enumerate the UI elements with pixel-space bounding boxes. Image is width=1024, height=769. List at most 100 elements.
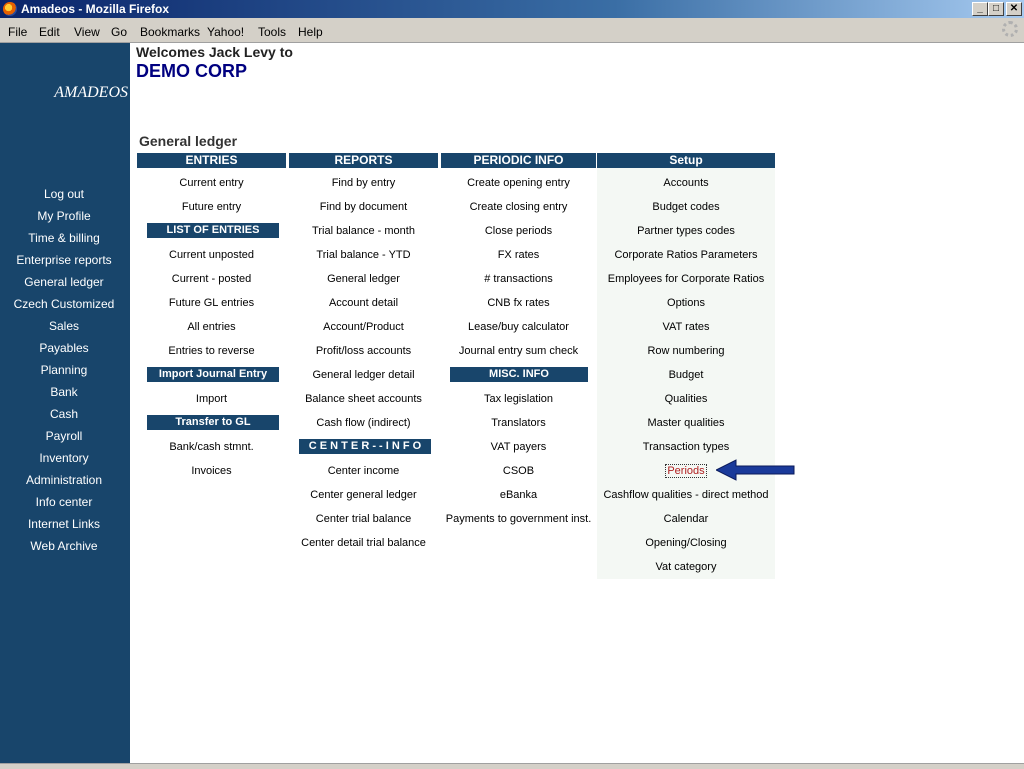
link-future-gl-entries[interactable]: Future GL entries bbox=[137, 297, 286, 309]
column-header-reports: REPORTS bbox=[289, 153, 438, 168]
link-entries-to-reverse[interactable]: Entries to reverse bbox=[137, 345, 286, 357]
link-center-general-ledger[interactable]: Center general ledger bbox=[289, 489, 438, 501]
link-profit-loss-accounts[interactable]: Profit/loss accounts bbox=[289, 345, 438, 357]
link-general-ledger[interactable]: General ledger bbox=[289, 273, 438, 285]
link-invoices[interactable]: Invoices bbox=[137, 465, 286, 477]
link-close-periods[interactable]: Close periods bbox=[441, 225, 596, 237]
subheader-misc-info: MISC. INFO bbox=[450, 367, 588, 382]
link-employees-corporate-ratios[interactable]: Employees for Corporate Ratios bbox=[597, 273, 775, 285]
link-all-entries[interactable]: All entries bbox=[137, 321, 286, 333]
sidebar-item-planning[interactable]: Planning bbox=[0, 363, 128, 377]
sidebar-item-internet-links[interactable]: Internet Links bbox=[0, 517, 128, 531]
minimize-icon[interactable]: _ bbox=[972, 2, 988, 16]
link-vat-rates[interactable]: VAT rates bbox=[597, 321, 775, 333]
link-transaction-types[interactable]: Transaction types bbox=[597, 441, 775, 453]
link-journal-entry-sum-check[interactable]: Journal entry sum check bbox=[441, 345, 596, 357]
welcome-text: Welcomes Jack Levy to bbox=[136, 44, 293, 60]
link-cnb-fx-rates[interactable]: CNB fx rates bbox=[441, 297, 596, 309]
sidebar-item-payroll[interactable]: Payroll bbox=[0, 429, 128, 443]
link-create-closing-entry[interactable]: Create closing entry bbox=[441, 201, 596, 213]
link-current-entry[interactable]: Current entry bbox=[137, 177, 286, 189]
link-accounts[interactable]: Accounts bbox=[597, 177, 775, 189]
sidebar: AMADEOS Log out My Profile Time & billin… bbox=[0, 43, 130, 763]
company-name: DEMO CORP bbox=[136, 61, 248, 81]
link-options[interactable]: Options bbox=[597, 297, 775, 309]
menu-yahoo[interactable]: Yahoo! bbox=[207, 25, 244, 39]
link-tax-legislation[interactable]: Tax legislation bbox=[441, 393, 596, 405]
link-translators[interactable]: Translators bbox=[441, 417, 596, 429]
link-transactions[interactable]: # transactions bbox=[441, 273, 596, 285]
close-icon[interactable]: ✕ bbox=[1006, 2, 1022, 16]
app-logo: AMADEOS bbox=[54, 84, 128, 101]
menu-file[interactable]: File bbox=[8, 25, 27, 39]
link-budget-codes[interactable]: Budget codes bbox=[597, 201, 775, 213]
link-create-opening-entry[interactable]: Create opening entry bbox=[441, 177, 596, 189]
link-cashflow-qualities[interactable]: Cashflow qualities - direct method bbox=[597, 489, 775, 501]
link-balance-sheet-accounts[interactable]: Balance sheet accounts bbox=[289, 393, 438, 405]
link-calendar[interactable]: Calendar bbox=[597, 513, 775, 525]
page-title: General ledger bbox=[139, 133, 238, 149]
menu-help[interactable]: Help bbox=[298, 25, 323, 39]
link-qualities[interactable]: Qualities bbox=[597, 393, 775, 405]
link-find-by-entry[interactable]: Find by entry bbox=[289, 177, 438, 189]
sidebar-item-time-billing[interactable]: Time & billing bbox=[0, 231, 128, 245]
sidebar-item-sales[interactable]: Sales bbox=[0, 319, 128, 333]
link-row-numbering[interactable]: Row numbering bbox=[597, 345, 775, 357]
link-general-ledger-detail[interactable]: General ledger detail bbox=[289, 369, 438, 381]
link-fx-rates[interactable]: FX rates bbox=[441, 249, 596, 261]
link-center-trial-balance[interactable]: Center trial balance bbox=[289, 513, 438, 525]
link-corporate-ratios-parameters[interactable]: Corporate Ratios Parameters bbox=[597, 249, 775, 261]
subheader-import-journal-entry: Import Journal Entry bbox=[147, 367, 279, 382]
sidebar-item-czech-customized[interactable]: Czech Customized bbox=[0, 297, 128, 311]
link-account-product[interactable]: Account/Product bbox=[289, 321, 438, 333]
sidebar-item-web-archive[interactable]: Web Archive bbox=[0, 539, 128, 553]
column-header-periodic-info: PERIODIC INFO bbox=[441, 153, 596, 168]
menu-edit[interactable]: Edit bbox=[39, 25, 60, 39]
link-payments-government[interactable]: Payments to government inst. bbox=[441, 513, 596, 525]
link-budget[interactable]: Budget bbox=[597, 369, 775, 381]
link-vat-payers[interactable]: VAT payers bbox=[441, 441, 596, 453]
link-trial-balance-month[interactable]: Trial balance - month bbox=[289, 225, 438, 237]
title-bar: Amadeos - Mozilla Firefox _ □ ✕ bbox=[0, 0, 1024, 18]
link-current-posted[interactable]: Current - posted bbox=[137, 273, 286, 285]
link-center-income[interactable]: Center income bbox=[289, 465, 438, 477]
menu-bookmarks[interactable]: Bookmarks bbox=[140, 25, 200, 39]
link-ebanka[interactable]: eBanka bbox=[441, 489, 596, 501]
firefox-icon bbox=[3, 2, 17, 16]
subheader-center-info: C E N T E R - - I N F O bbox=[299, 439, 431, 454]
sidebar-item-my-profile[interactable]: My Profile bbox=[0, 209, 128, 223]
link-partner-types-codes[interactable]: Partner types codes bbox=[597, 225, 775, 237]
sidebar-item-enterprise-reports[interactable]: Enterprise reports bbox=[0, 253, 128, 267]
sidebar-item-inventory[interactable]: Inventory bbox=[0, 451, 128, 465]
sidebar-item-general-ledger[interactable]: General ledger bbox=[0, 275, 128, 289]
sidebar-item-payables[interactable]: Payables bbox=[0, 341, 128, 355]
link-current-unposted[interactable]: Current unposted bbox=[137, 249, 286, 261]
menu-view[interactable]: View bbox=[74, 25, 100, 39]
link-master-qualities[interactable]: Master qualities bbox=[597, 417, 775, 429]
link-vat-category[interactable]: Vat category bbox=[597, 561, 775, 573]
column-header-setup: Setup bbox=[597, 153, 775, 168]
menu-go[interactable]: Go bbox=[111, 25, 127, 39]
link-find-by-document[interactable]: Find by document bbox=[289, 201, 438, 213]
link-opening-closing[interactable]: Opening/Closing bbox=[597, 537, 775, 549]
link-account-detail[interactable]: Account detail bbox=[289, 297, 438, 309]
menu-tools[interactable]: Tools bbox=[258, 25, 286, 39]
sidebar-item-log-out[interactable]: Log out bbox=[0, 187, 128, 201]
link-cash-flow-indirect[interactable]: Cash flow (indirect) bbox=[289, 417, 438, 429]
arrow-icon bbox=[716, 459, 795, 481]
link-center-detail-trial-balance[interactable]: Center detail trial balance bbox=[289, 537, 438, 549]
sidebar-item-bank[interactable]: Bank bbox=[0, 385, 128, 399]
link-lease-buy-calculator[interactable]: Lease/buy calculator bbox=[441, 321, 596, 333]
sidebar-item-administration[interactable]: Administration bbox=[0, 473, 128, 487]
maximize-icon[interactable]: □ bbox=[988, 2, 1004, 16]
link-periods[interactable]: Periods bbox=[665, 464, 707, 478]
sidebar-item-info-center[interactable]: Info center bbox=[0, 495, 128, 509]
link-csob[interactable]: CSOB bbox=[441, 465, 596, 477]
link-future-entry[interactable]: Future entry bbox=[137, 201, 286, 213]
subheader-list-of-entries: LIST OF ENTRIES bbox=[147, 223, 279, 238]
menu-bar: File Edit View Go Bookmarks Yahoo! Tools… bbox=[0, 18, 1024, 43]
link-import[interactable]: Import bbox=[137, 393, 286, 405]
sidebar-item-cash[interactable]: Cash bbox=[0, 407, 128, 421]
link-trial-balance-ytd[interactable]: Trial balance - YTD bbox=[289, 249, 438, 261]
link-bank-cash-stmnt[interactable]: Bank/cash stmnt. bbox=[137, 441, 286, 453]
